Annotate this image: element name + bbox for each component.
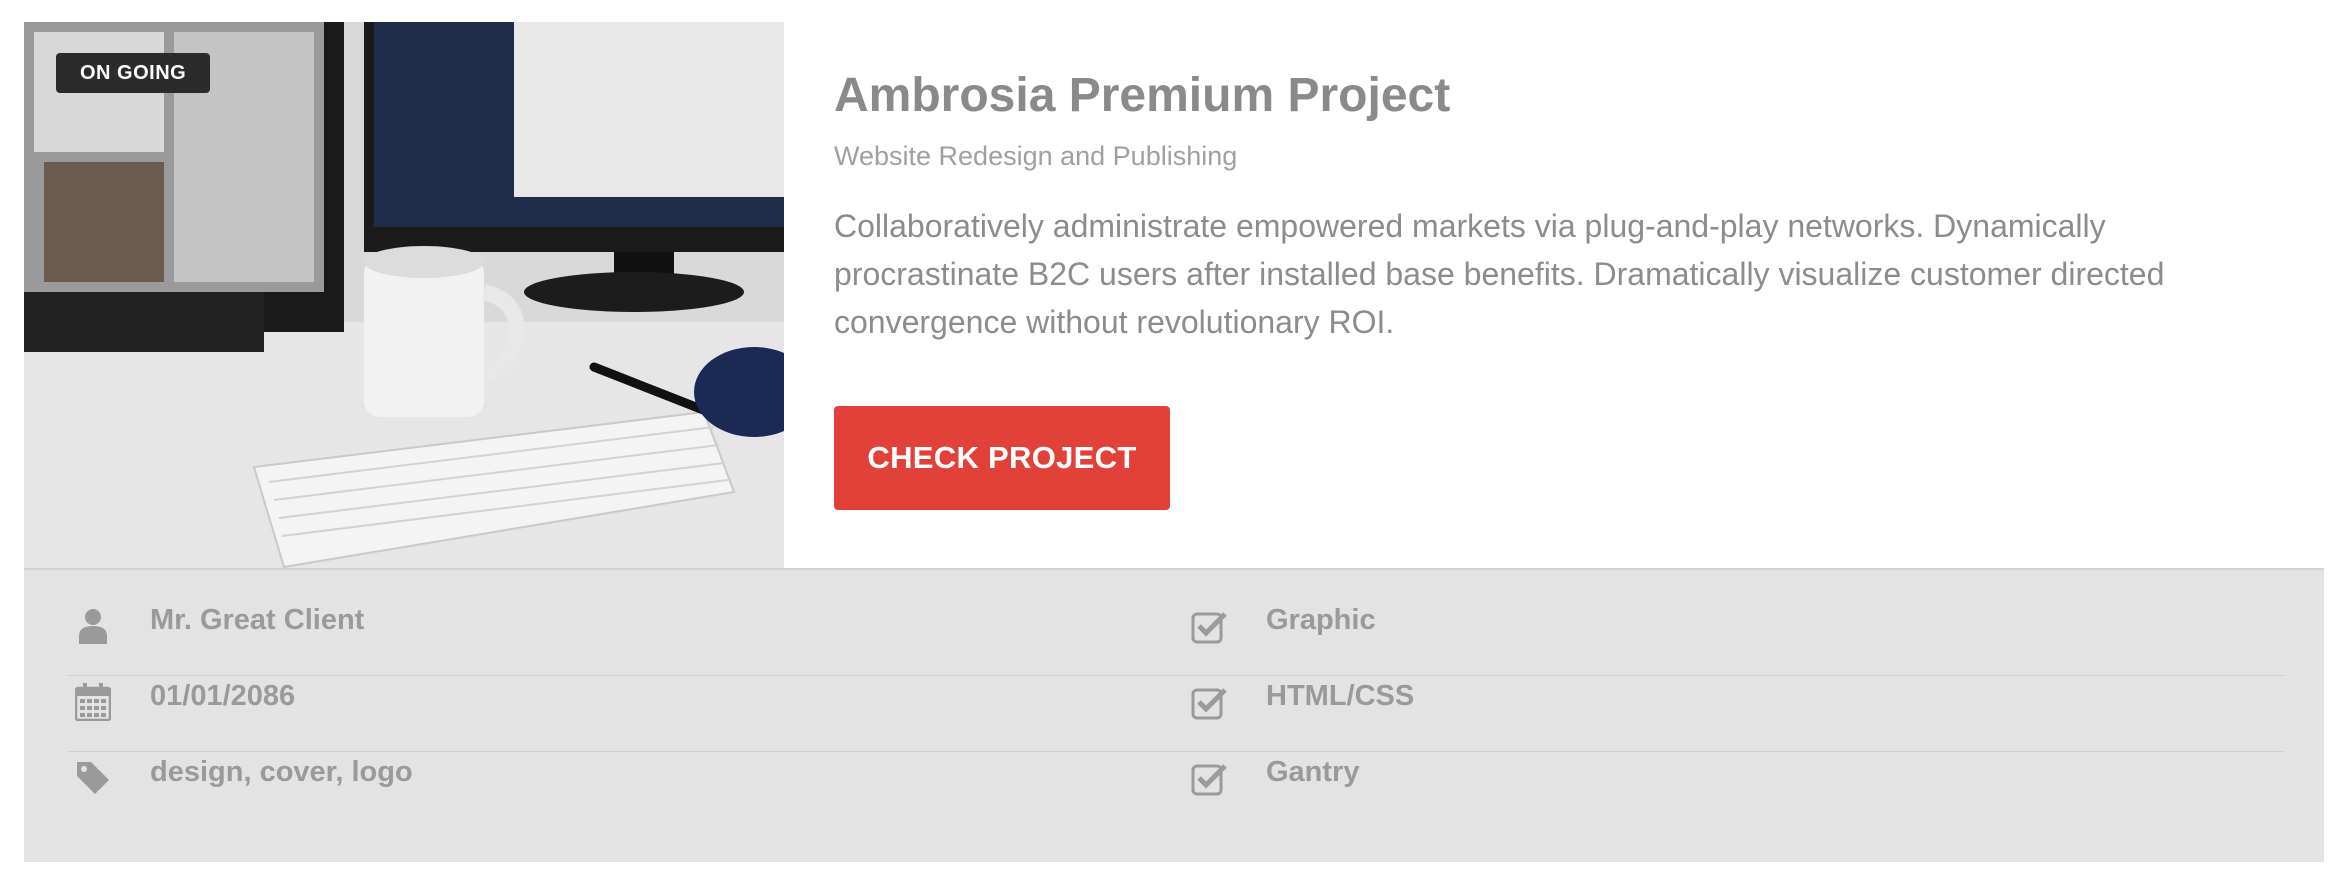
check-square-icon — [1190, 682, 1228, 722]
skill-label: Gantry — [1266, 756, 1360, 788]
tag-icon — [74, 758, 112, 798]
project-header: ON GOING Ambrosia Premium Project Websit… — [24, 22, 2324, 568]
project-image[interactable]: ON GOING — [24, 22, 784, 568]
client-row: Mr. Great Client — [68, 600, 1188, 676]
project-card: ON GOING Ambrosia Premium Project Websit… — [24, 22, 2324, 862]
desk-photo-illustration — [24, 22, 784, 568]
skill-row: Graphic — [1184, 600, 2284, 676]
check-project-button[interactable]: CHECK PROJECT — [834, 406, 1170, 510]
project-description: Collaboratively administrate empowered m… — [834, 208, 2165, 340]
status-badge: ON GOING — [56, 53, 211, 93]
client-name: Mr. Great Client — [150, 604, 365, 636]
user-icon — [74, 606, 112, 646]
project-subtitle: Website Redesign and Publishing — [834, 141, 1238, 171]
skill-label: HTML/CSS — [1266, 680, 1415, 712]
date-row: 01/01/2086 — [68, 676, 1188, 752]
project-info: Ambrosia Premium Project Website Redesig… — [834, 66, 2294, 346]
project-tags: design, cover, logo — [150, 756, 413, 788]
details-left-column: Mr. Great Client 01/01/2086 design, cove… — [68, 600, 1188, 828]
check-square-icon — [1190, 758, 1228, 798]
skill-row: Gantry — [1184, 752, 2284, 828]
project-date: 01/01/2086 — [150, 680, 296, 712]
calendar-icon — [74, 682, 112, 722]
check-square-icon — [1190, 606, 1228, 646]
project-details: Mr. Great Client 01/01/2086 design, cove… — [24, 568, 2324, 862]
project-title[interactable]: Ambrosia Premium Project — [834, 66, 2294, 126]
skill-label: Graphic — [1266, 604, 1376, 636]
details-right-column: Graphic HTML/CSS Gantry — [1184, 600, 2284, 828]
tags-row: design, cover, logo — [68, 752, 1188, 828]
skill-row: HTML/CSS — [1184, 676, 2284, 752]
